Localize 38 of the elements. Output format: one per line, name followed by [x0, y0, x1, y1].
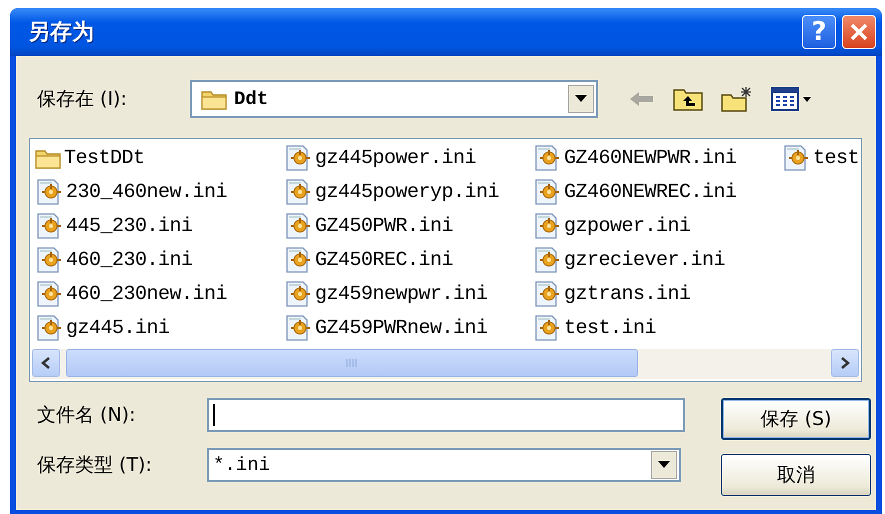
grip-icon: [345, 358, 359, 368]
file-name[interactable]: gzreciever.ini: [564, 248, 726, 272]
file-name-field[interactable]: [207, 398, 685, 432]
new-folder-icon[interactable]: [720, 85, 754, 113]
file-name[interactable]: GZ460NEWREC.ini: [564, 180, 737, 204]
save-in-dropdown[interactable]: Ddt: [190, 80, 598, 118]
file-name[interactable]: GZ450REC.ini: [315, 248, 454, 272]
window-title: 另存为: [28, 19, 95, 47]
horizontal-scrollbar[interactable]: [32, 349, 859, 379]
file-name[interactable]: gz459newpwr.ini: [315, 282, 488, 306]
file-type-label: 保存类型 (T):: [37, 453, 153, 478]
file-name-label: 文件名 (N):: [37, 403, 136, 428]
file-type-dropdown[interactable]: *.ini: [207, 448, 681, 482]
file-name[interactable]: GZ459PWRnew.ini: [315, 316, 488, 340]
file-name[interactable]: GZ450PWR.ini: [315, 214, 454, 238]
dropdown-arrow-icon: [658, 461, 670, 469]
close-icon: [849, 22, 869, 42]
file-name[interactable]: gz445poweryp.ini: [315, 180, 500, 204]
close-button[interactable]: [842, 15, 876, 49]
file-name[interactable]: gz445power.ini: [315, 146, 476, 170]
save-button[interactable]: 保存 (S): [721, 398, 871, 440]
save-in-label: 保存在 (I):: [37, 87, 128, 112]
file-name[interactable]: 230_460new.ini: [66, 180, 228, 204]
file-name[interactable]: 460_230new.ini: [66, 282, 228, 306]
file-name[interactable]: 460_230.ini: [66, 248, 193, 272]
help-button[interactable]: ?: [802, 15, 836, 49]
file-name[interactable]: gztrans.ini: [564, 282, 691, 306]
file-name[interactable]: gz445.ini: [66, 316, 170, 340]
file-name[interactable]: test.ini: [564, 316, 656, 340]
file-name[interactable]: 445_230.ini: [66, 214, 193, 238]
file-name[interactable]: gzpower.ini: [564, 214, 691, 238]
file-name[interactable]: test: [813, 146, 860, 170]
dropdown-arrow-icon: [575, 95, 587, 103]
text-cursor-icon: [213, 404, 215, 426]
view-menu-icon[interactable]: [770, 86, 814, 112]
file-name[interactable]: TestDDt: [64, 146, 145, 170]
file-name[interactable]: GZ460NEWPWR.ini: [564, 146, 737, 170]
cancel-button[interactable]: 取消: [721, 454, 871, 496]
